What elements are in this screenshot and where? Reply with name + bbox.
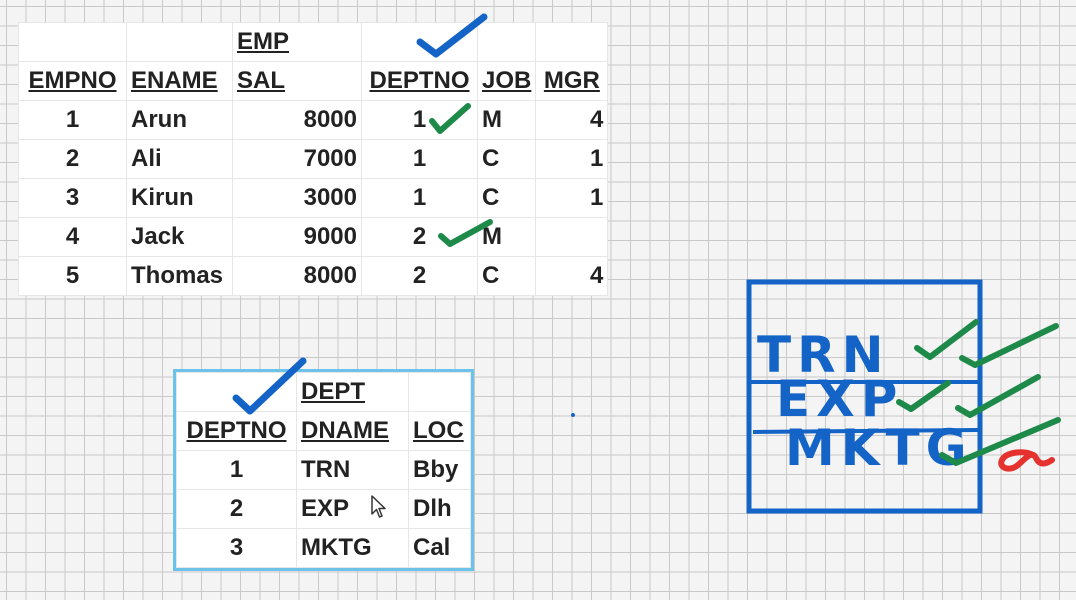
whiteboard-label-exp: EXP: [776, 370, 903, 428]
checkmark-icon: [955, 374, 1041, 418]
table-row: 4 Jack 9000 2 M: [18, 217, 609, 257]
alpha-symbol-icon: [998, 449, 1055, 472]
dept-cell-dname: TRN: [296, 450, 409, 490]
emp-cell-job: M: [476, 217, 537, 257]
emp-cell-sal: 7000: [232, 139, 362, 179]
emp-header-sal: SAL: [232, 61, 362, 101]
mouse-pointer-icon: [371, 495, 386, 518]
emp-cell-deptno: 2: [361, 217, 478, 257]
whiteboard-label-mktg: MKTG: [785, 419, 973, 477]
dept-cell-loc: Dlh: [408, 489, 471, 529]
dept-header-loc: LOC: [408, 411, 471, 451]
emp-cell-job: M: [476, 100, 537, 140]
emp-header-deptno: DEPTNO: [361, 61, 478, 101]
emp-cell-deptno: 1: [361, 139, 478, 179]
emp-cell-ename: Jack: [126, 217, 233, 257]
emp-cell-mgr: 1: [535, 139, 609, 179]
emp-cell-empno: 1: [18, 100, 127, 140]
emp-cell-deptno: 2: [361, 256, 478, 296]
emp-cell-mgr: 1: [535, 178, 609, 218]
dept-cell-loc: Bby: [408, 450, 471, 490]
emp-title-row: EMP: [18, 22, 609, 62]
dept-table-title: DEPT: [296, 372, 409, 412]
table-row: 3 MKTG Cal: [176, 528, 471, 568]
emp-cell-sal: 8000: [232, 256, 362, 296]
dept-cell-dname: EXP: [296, 489, 409, 529]
dept-table: DEPT DEPTNO DNAME LOC 1 TRN Bby 2 EXP Dl…: [173, 369, 474, 571]
emp-header-mgr: MGR: [535, 61, 609, 101]
whiteboard-box: [746, 279, 983, 514]
emp-cell-job: C: [476, 256, 537, 296]
emp-cell-ename: Kirun: [126, 178, 233, 218]
emp-cell-empno: 3: [18, 178, 127, 218]
emp-cell-ename: Ali: [126, 139, 233, 179]
emp-cell-sal: 8000: [232, 100, 362, 140]
emp-header-empno: EMPNO: [18, 61, 127, 101]
table-row: 5 Thomas 8000 2 C 4: [18, 256, 609, 296]
checkmark-icon: [939, 417, 1061, 466]
dept-header-row: DEPTNO DNAME LOC: [176, 411, 471, 451]
dept-header-deptno: DEPTNO: [176, 411, 297, 451]
whiteboard-label-trn: TRN: [757, 326, 889, 384]
emp-cell-ename: Thomas: [126, 256, 233, 296]
ink-dot: [571, 413, 575, 417]
checkmark-icon: [914, 319, 979, 360]
emp-cell-empno: 5: [18, 256, 127, 296]
emp-cell-ename: Arun: [126, 100, 233, 140]
dept-cell-deptno: 1: [176, 450, 297, 490]
emp-cell-sal: 3000: [232, 178, 362, 218]
emp-cell-mgr: 4: [535, 100, 609, 140]
emp-header-job: JOB: [476, 61, 537, 101]
emp-cell-empno: 4: [18, 217, 127, 257]
dept-cell-deptno: 2: [176, 489, 297, 529]
table-row: 1 TRN Bby: [176, 450, 471, 490]
checkmark-icon: [959, 323, 1059, 368]
dept-cell-dname: MKTG: [296, 528, 409, 568]
table-row: 3 Kirun 3000 1 C 1: [18, 178, 609, 218]
emp-cell-job: C: [476, 178, 537, 218]
checkmark-icon: [896, 380, 951, 412]
emp-cell-mgr: [535, 217, 609, 257]
emp-table-title: EMP: [232, 22, 362, 62]
emp-cell-deptno: 1: [361, 100, 478, 140]
emp-cell-mgr: 4: [535, 256, 609, 296]
dept-title-row: DEPT: [176, 372, 471, 412]
table-row: 2 EXP Dlh: [176, 489, 471, 529]
table-row: 1 Arun 8000 1 M 4: [18, 100, 609, 140]
emp-cell-job: C: [476, 139, 537, 179]
emp-header-row: EMPNO ENAME SAL DEPTNO JOB MGR: [18, 61, 609, 101]
dept-cell-deptno: 3: [176, 528, 297, 568]
whiteboard-divider: [752, 428, 979, 434]
emp-header-ename: ENAME: [126, 61, 233, 101]
dept-cell-loc: Cal: [408, 528, 471, 568]
dept-header-dname: DNAME: [296, 411, 409, 451]
table-row: 2 Ali 7000 1 C 1: [18, 139, 609, 179]
emp-table: EMP EMPNO ENAME SAL DEPTNO JOB MGR 1 Aru…: [18, 22, 609, 296]
emp-cell-empno: 2: [18, 139, 127, 179]
emp-cell-deptno: 1: [361, 178, 478, 218]
emp-cell-sal: 9000: [232, 217, 362, 257]
